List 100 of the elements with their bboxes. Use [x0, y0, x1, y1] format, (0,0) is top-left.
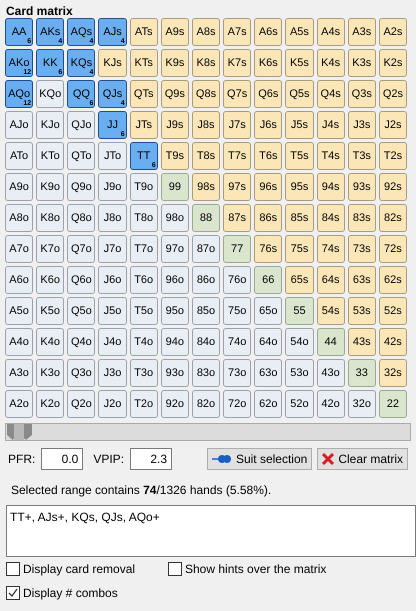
hand-cell[interactable]: J8o	[98, 204, 127, 232]
hand-cell[interactable]: 86o	[192, 266, 220, 294]
hand-cell[interactable]: 55	[285, 297, 314, 325]
hand-cell[interactable]: Q6o	[67, 266, 96, 294]
hand-cell[interactable]: 88	[192, 204, 220, 232]
hand-cell[interactable]: Q4s	[316, 80, 345, 108]
hand-cell[interactable]: K4s	[316, 49, 345, 77]
hand-cell[interactable]: 98o	[160, 204, 189, 232]
hand-cell[interactable]: Q8o	[67, 204, 96, 232]
hand-cell[interactable]: 95s	[285, 173, 314, 201]
hand-cell[interactable]: T9s	[160, 142, 189, 170]
clear-button[interactable]: Clear matrix	[317, 448, 408, 470]
hand-cell[interactable]: J9o	[98, 173, 127, 201]
hand-cell[interactable]: Q2s	[378, 80, 407, 108]
hand-cell[interactable]: JTo	[98, 142, 127, 170]
hand-cell[interactable]: 87s	[223, 204, 252, 232]
hand-cell[interactable]: ATs	[130, 18, 158, 46]
hand-cell[interactable]: K8s	[192, 49, 220, 77]
hand-cell[interactable]: KTs	[130, 49, 158, 77]
checkbox[interactable]	[168, 562, 182, 576]
hand-cell[interactable]: QTo	[67, 142, 96, 170]
hand-cell[interactable]: J6o	[98, 266, 127, 294]
hand-cell[interactable]: QJo	[67, 111, 96, 139]
hand-cell[interactable]: 92o	[160, 390, 189, 418]
hand-cell[interactable]: 62s	[378, 266, 407, 294]
hand-cell[interactable]: Q3s	[348, 80, 376, 108]
hand-cell[interactable]: A6o	[5, 266, 34, 294]
hand-cell[interactable]: T3s	[348, 142, 376, 170]
hand-cell[interactable]: 74o	[223, 328, 252, 356]
hand-cell[interactable]: 97s	[223, 173, 252, 201]
hand-cell[interactable]: K7s	[223, 49, 252, 77]
stat-field[interactable]: 0.0	[41, 448, 84, 470]
hand-cell[interactable]: K9o	[36, 173, 64, 201]
hand-cell[interactable]: Q2o	[67, 390, 96, 418]
hand-cell[interactable]: J5o	[98, 297, 127, 325]
hand-cell[interactable]: 83o	[192, 359, 220, 387]
hand-cell[interactable]: T7o	[130, 235, 158, 263]
hand-cell[interactable]: 95o	[160, 297, 189, 325]
hand-cell[interactable]: T8o	[130, 204, 158, 232]
hand-cell[interactable]: Q7o	[67, 235, 96, 263]
hand-cell[interactable]: 54o	[285, 328, 314, 356]
hand-cell[interactable]: KJs	[98, 49, 127, 77]
hand-cell[interactable]: K6o	[36, 266, 64, 294]
hand-cell[interactable]: T2s	[378, 142, 407, 170]
hand-cell[interactable]: 52o	[285, 390, 314, 418]
hand-cell[interactable]: ATo	[5, 142, 34, 170]
hand-cell[interactable]: 63s	[348, 266, 376, 294]
hand-cell[interactable]: T8s	[192, 142, 220, 170]
hand-cell[interactable]: K2s	[378, 49, 407, 77]
hand-cell[interactable]: J4o	[98, 328, 127, 356]
hand-cell[interactable]: 74s	[316, 235, 345, 263]
hand-cell[interactable]: 63o	[254, 359, 282, 387]
hand-cell[interactable]: 77	[223, 235, 252, 263]
hand-cell[interactable]: K3o	[36, 359, 64, 387]
stat-field[interactable]: 2.3	[130, 448, 172, 470]
hand-cell[interactable]: K8o	[36, 204, 64, 232]
hand-cell[interactable]: T4o	[130, 328, 158, 356]
hand-cell[interactable]: 44	[316, 328, 345, 356]
hand-cell[interactable]: T6o	[130, 266, 158, 294]
hand-cell[interactable]: 66	[254, 266, 282, 294]
hand-cell[interactable]: T7s	[223, 142, 252, 170]
hand-cell[interactable]: J7o	[98, 235, 127, 263]
hand-cell[interactable]: 99	[160, 173, 189, 201]
hand-cell[interactable]: Q8s	[192, 80, 220, 108]
hand-cell[interactable]: 75s	[285, 235, 314, 263]
hand-cell[interactable]: Q3o	[67, 359, 96, 387]
hand-cell[interactable]: A3s	[348, 18, 376, 46]
hand-cell[interactable]: J3o	[98, 359, 127, 387]
hand-cell[interactable]: A2s	[378, 18, 407, 46]
hand-cell[interactable]: 22	[378, 390, 407, 418]
hand-cell[interactable]: A7o	[5, 235, 34, 263]
hand-cell[interactable]: K2o	[36, 390, 64, 418]
hand-cell[interactable]: J9s	[160, 111, 189, 139]
hand-cell[interactable]: A5s	[285, 18, 314, 46]
hand-cell[interactable]: T9o	[130, 173, 158, 201]
hand-cell[interactable]: 65o	[254, 297, 282, 325]
hand-cell[interactable]: T3o	[130, 359, 158, 387]
hand-cell[interactable]: KJo	[36, 111, 64, 139]
hand-cell[interactable]: 93s	[348, 173, 376, 201]
hand-cell[interactable]: Q5o	[67, 297, 96, 325]
hand-cell[interactable]: 92s	[378, 173, 407, 201]
hand-cell[interactable]: A9s	[160, 18, 189, 46]
hand-cell[interactable]: K5o	[36, 297, 64, 325]
hand-cell[interactable]: 76s	[254, 235, 282, 263]
hand-cell[interactable]: 85s	[285, 204, 314, 232]
hand-cell[interactable]: 87o	[192, 235, 220, 263]
hand-cell[interactable]: A9o	[5, 173, 34, 201]
slider-thumb[interactable]	[6, 424, 34, 440]
hand-cell[interactable]: 43o	[316, 359, 345, 387]
hand-cell[interactable]: 75o	[223, 297, 252, 325]
hand-cell[interactable]: K7o	[36, 235, 64, 263]
hand-cell[interactable]: 97o	[160, 235, 189, 263]
hand-cell[interactable]: T5o	[130, 297, 158, 325]
hand-cell[interactable]: 52s	[378, 297, 407, 325]
hand-cell[interactable]: J4s	[316, 111, 345, 139]
hand-cell[interactable]: 86s	[254, 204, 282, 232]
hand-cell[interactable]: Q5s	[285, 80, 314, 108]
suit-selection-button[interactable]: Suit selection	[206, 448, 312, 470]
hand-cell[interactable]: QTs	[130, 80, 158, 108]
hand-cell[interactable]: 54s	[316, 297, 345, 325]
